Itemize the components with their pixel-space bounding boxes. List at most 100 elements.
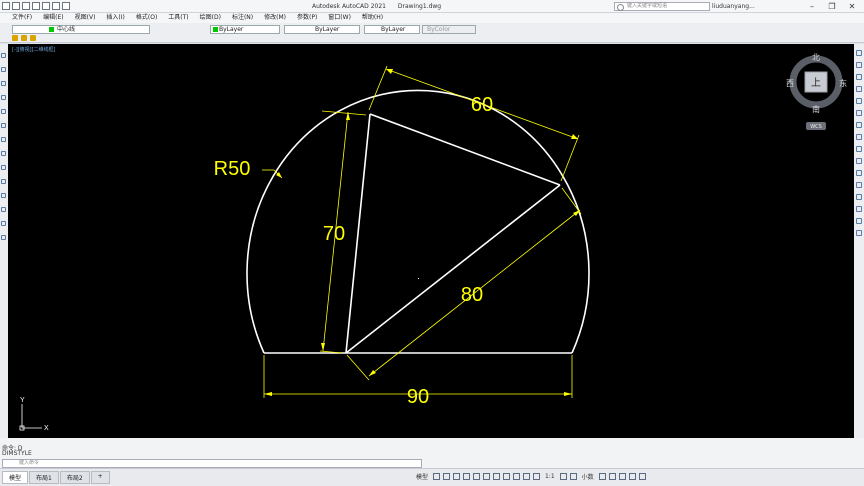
compass-north[interactable]: 北 <box>812 53 820 62</box>
auto-scale-icon[interactable] <box>533 473 541 480</box>
restore-button[interactable]: ❐ <box>822 0 842 12</box>
array-tool-icon[interactable] <box>856 98 862 104</box>
search-input[interactable]: 键入关键字或短语 <box>614 2 710 11</box>
tab-model[interactable]: 模型 <box>2 471 29 484</box>
stretch-tool-icon[interactable] <box>856 134 862 140</box>
drawing-canvas[interactable]: [-][俯视][二维线框] 60 70 80 90 R50 Y X <box>8 44 854 438</box>
otrack-icon[interactable] <box>483 473 491 480</box>
compass-east[interactable]: 东 <box>839 78 847 88</box>
compass-west[interactable]: 西 <box>786 79 794 88</box>
menu-insert[interactable]: 插入(I) <box>106 13 124 23</box>
layer-freeze-icon[interactable] <box>21 35 27 41</box>
add-layout-button[interactable]: + <box>90 471 110 484</box>
color-dropdown[interactable]: ByLayer <box>210 25 280 34</box>
point-tool-icon[interactable] <box>1 179 6 184</box>
user-name[interactable]: liuduanyang... <box>712 3 755 10</box>
menu-window[interactable]: 窗口(W) <box>328 13 351 23</box>
customization-menu-icon[interactable] <box>638 473 646 480</box>
region-tool-icon[interactable] <box>1 207 6 212</box>
dimension-text-90[interactable]: 90 <box>407 386 429 408</box>
layer-on-icon[interactable] <box>12 35 18 41</box>
isolate-objects-icon[interactable] <box>608 473 616 480</box>
quick-properties-icon[interactable] <box>598 473 606 480</box>
lineweight-dropdown[interactable]: ByLayer <box>364 25 420 34</box>
dimension-text-80[interactable]: 80 <box>461 284 483 306</box>
line-tool-icon[interactable] <box>1 53 6 58</box>
circle-tool-icon[interactable] <box>1 123 6 128</box>
menu-file[interactable]: 文件(F) <box>12 13 32 23</box>
dimension-text-60[interactable]: 60 <box>471 94 493 116</box>
text-tool-icon[interactable] <box>1 235 6 240</box>
spline-tool-icon[interactable] <box>1 137 6 142</box>
compass-south[interactable]: 南 <box>812 104 820 114</box>
annotation-monitor-icon[interactable] <box>569 473 577 480</box>
hatch-tool-icon[interactable] <box>1 193 6 198</box>
model-space-toggle[interactable]: 模型 <box>416 472 428 481</box>
rotate-tool-icon[interactable] <box>856 110 862 116</box>
print-icon[interactable] <box>42 2 50 10</box>
radius-label[interactable]: R50 <box>214 158 251 180</box>
fillet-tool-icon[interactable] <box>856 206 862 212</box>
chamfer-tool-icon[interactable] <box>856 194 862 200</box>
ortho-icon[interactable] <box>453 473 461 480</box>
extend-tool-icon[interactable] <box>856 158 862 164</box>
command-input[interactable]: 键入命令 <box>2 459 422 468</box>
lineweight-icon[interactable] <box>493 473 501 480</box>
saveas-icon[interactable] <box>32 2 40 10</box>
menu-tools[interactable]: 工具(T) <box>168 13 188 23</box>
clean-screen-icon[interactable] <box>628 473 636 480</box>
offset-tool-icon[interactable] <box>856 86 862 92</box>
workspace-icon[interactable] <box>559 473 567 480</box>
viewport-controls[interactable]: [-][俯视][二维线框] <box>12 46 56 53</box>
new-icon[interactable] <box>2 2 10 10</box>
menu-format[interactable]: 格式(O) <box>136 13 157 23</box>
arc-tool-icon[interactable] <box>1 109 6 114</box>
hardware-acceleration-icon[interactable] <box>618 473 626 480</box>
rectangle-tool-icon[interactable] <box>1 95 6 100</box>
snap-icon[interactable] <box>443 473 451 480</box>
menu-dimension[interactable]: 标注(N) <box>232 13 253 23</box>
menu-help[interactable]: 帮助(H) <box>362 13 383 23</box>
menu-modify[interactable]: 修改(M) <box>264 13 286 23</box>
tab-layout2[interactable]: 布局2 <box>59 471 90 484</box>
redo-icon[interactable] <box>62 2 70 10</box>
menu-edit[interactable]: 编辑(E) <box>43 13 63 23</box>
osnap-icon[interactable] <box>473 473 481 480</box>
undo-icon[interactable] <box>52 2 60 10</box>
scale-tool-icon[interactable] <box>856 122 862 128</box>
polygon-tool-icon[interactable] <box>1 81 6 86</box>
layer-dropdown[interactable]: 中心线 <box>12 25 150 34</box>
mirror-tool-icon[interactable] <box>856 74 862 80</box>
selection-cycling-icon[interactable] <box>513 473 521 480</box>
close-button[interactable]: ✕ <box>842 0 862 12</box>
transparency-icon[interactable] <box>503 473 511 480</box>
move-tool-icon[interactable] <box>856 50 862 56</box>
layer-lock-icon[interactable] <box>30 35 36 41</box>
polar-icon[interactable] <box>463 473 471 480</box>
trim-tool-icon[interactable] <box>856 146 862 152</box>
units-display[interactable]: 小数 <box>582 472 594 481</box>
table-tool-icon[interactable] <box>1 221 6 226</box>
insert-block-icon[interactable] <box>1 165 6 170</box>
polyline-tool-icon[interactable] <box>1 67 6 72</box>
menu-draw[interactable]: 绘图(D) <box>200 13 221 23</box>
break-tool-icon[interactable] <box>856 170 862 176</box>
dimension-text-70[interactable]: 70 <box>323 223 345 245</box>
minimize-button[interactable]: – <box>802 0 822 12</box>
copy-tool-icon[interactable] <box>856 62 862 68</box>
save-icon[interactable] <box>22 2 30 10</box>
viewcube[interactable]: 上 北 南 西 东 WCS <box>782 50 852 134</box>
join-tool-icon[interactable] <box>856 182 862 188</box>
open-icon[interactable] <box>12 2 20 10</box>
plotstyle-dropdown[interactable]: ByColor <box>422 25 476 34</box>
grid-icon[interactable] <box>433 473 441 480</box>
explode-tool-icon[interactable] <box>856 218 862 224</box>
annotation-visibility-icon[interactable] <box>523 473 531 480</box>
ellipse-tool-icon[interactable] <box>1 151 6 156</box>
annotation-scale[interactable]: 1:1 <box>545 473 555 480</box>
tab-layout1[interactable]: 布局1 <box>29 471 59 484</box>
menu-parametric[interactable]: 参数(P) <box>297 13 317 23</box>
erase-tool-icon[interactable] <box>856 230 862 236</box>
menu-view[interactable]: 视图(V) <box>75 13 96 23</box>
linetype-dropdown[interactable]: ByLayer <box>284 25 360 34</box>
